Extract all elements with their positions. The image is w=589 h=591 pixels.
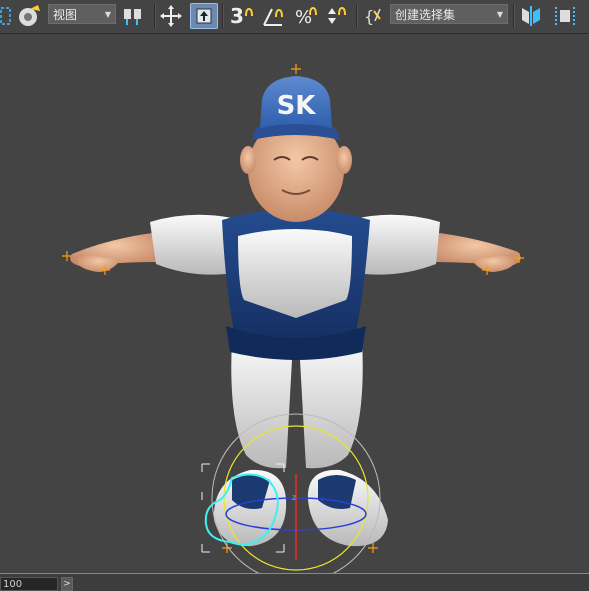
character-head[interactable]: SK bbox=[240, 76, 352, 222]
named-selection-set-dropdown[interactable]: 创建选择集 ▼ bbox=[390, 4, 508, 24]
snap-magnet-icon bbox=[244, 7, 253, 17]
snap-toggle-label: 3 bbox=[230, 4, 244, 28]
next-frame-button[interactable]: > bbox=[61, 577, 73, 591]
svg-text:x: x bbox=[320, 495, 325, 504]
head-bone-marker bbox=[291, 64, 301, 74]
selection-region-icon[interactable] bbox=[0, 3, 12, 29]
chevron-down-icon: ▼ bbox=[496, 10, 503, 19]
left-foot-bone-marker bbox=[222, 543, 232, 553]
select-and-move-icon bbox=[196, 8, 212, 24]
select-pivot-icon[interactable] bbox=[120, 3, 148, 29]
character-jersey[interactable] bbox=[222, 209, 370, 360]
chevron-down-icon: ▼ bbox=[104, 10, 111, 19]
toolbar-separator bbox=[356, 4, 358, 28]
time-slider-field[interactable]: 100 bbox=[0, 577, 58, 591]
toolbar-separator bbox=[154, 4, 156, 28]
viewport-canvas[interactable]: SK z x bbox=[0, 34, 589, 573]
main-toolbar: 视图 ▼ 3 % { 创建选择集 ▼ bbox=[0, 0, 589, 34]
toolbar-separator bbox=[513, 4, 515, 28]
named-selection-set-value: 创建选择集 bbox=[395, 8, 456, 22]
time-slider-bar: 100 > bbox=[0, 573, 589, 591]
move-transform-icon[interactable] bbox=[158, 3, 184, 29]
toolbar-separator bbox=[222, 4, 224, 28]
app-window: 视图 ▼ 3 % { 创建选择集 ▼ SK z x 100 > bbox=[0, 0, 589, 591]
cap-logo-text: SK bbox=[277, 91, 317, 121]
align-icon[interactable] bbox=[552, 3, 578, 29]
link-icon[interactable] bbox=[16, 3, 44, 29]
spinner-snap-icon[interactable] bbox=[322, 3, 350, 29]
svg-text:{: { bbox=[364, 7, 374, 26]
perspective-viewport[interactable]: SK z x bbox=[0, 34, 589, 573]
view-dropdown-value: 视图 bbox=[53, 8, 78, 22]
view-dropdown[interactable]: 视图 ▼ bbox=[48, 4, 116, 24]
angle-snap-icon[interactable] bbox=[260, 3, 288, 29]
svg-text:z: z bbox=[292, 493, 296, 502]
select-and-move-button[interactable] bbox=[190, 3, 218, 29]
right-foot-bone-marker bbox=[368, 543, 378, 553]
edit-named-selection-icon[interactable]: { bbox=[362, 3, 388, 29]
snap-toggle[interactable]: 3 bbox=[228, 3, 256, 29]
svg-text:%: % bbox=[295, 7, 312, 28]
percent-snap-icon[interactable]: % bbox=[292, 3, 320, 29]
mirror-icon[interactable] bbox=[518, 3, 544, 29]
